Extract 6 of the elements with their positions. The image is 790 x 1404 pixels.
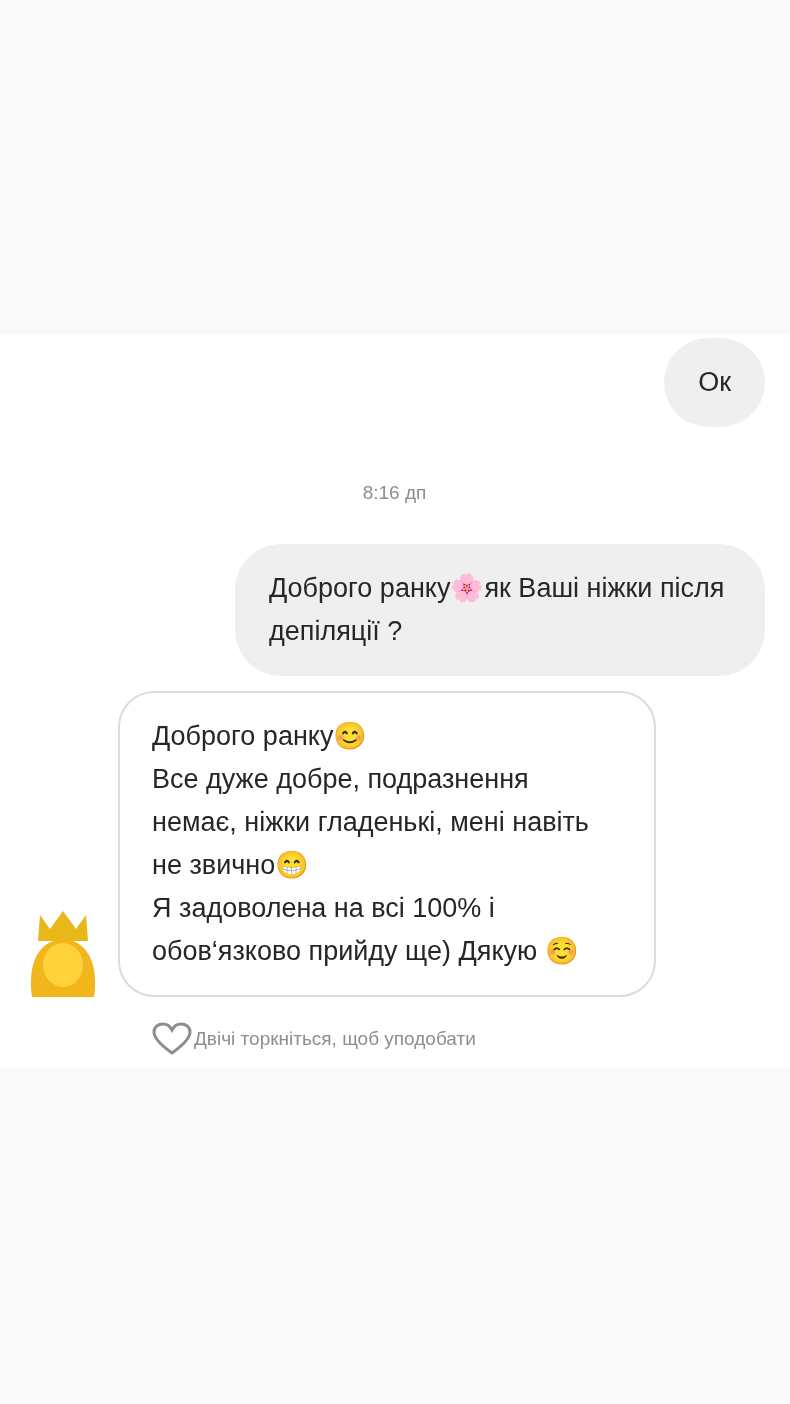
heart-icon[interactable] xyxy=(152,1022,192,1056)
message-bubble: Доброго ранку😊 Все дуже добре, подразнення немає, ніжки гладенькі, мені навіть не звично😁 Я задоволена на всі 100% і обов‘язково прийду ще) Дякую ☺ xyxy=(118,691,656,997)
timestamp: 8:16 дп xyxy=(362,482,427,504)
like-hint: Двічі торкніться, щоб уподобати xyxy=(194,1028,476,1050)
message-bubble: Ок xyxy=(664,338,765,427)
message-bubble: Доброго ранку🌸як Ваші ніжки після депіляції ? xyxy=(235,544,765,676)
